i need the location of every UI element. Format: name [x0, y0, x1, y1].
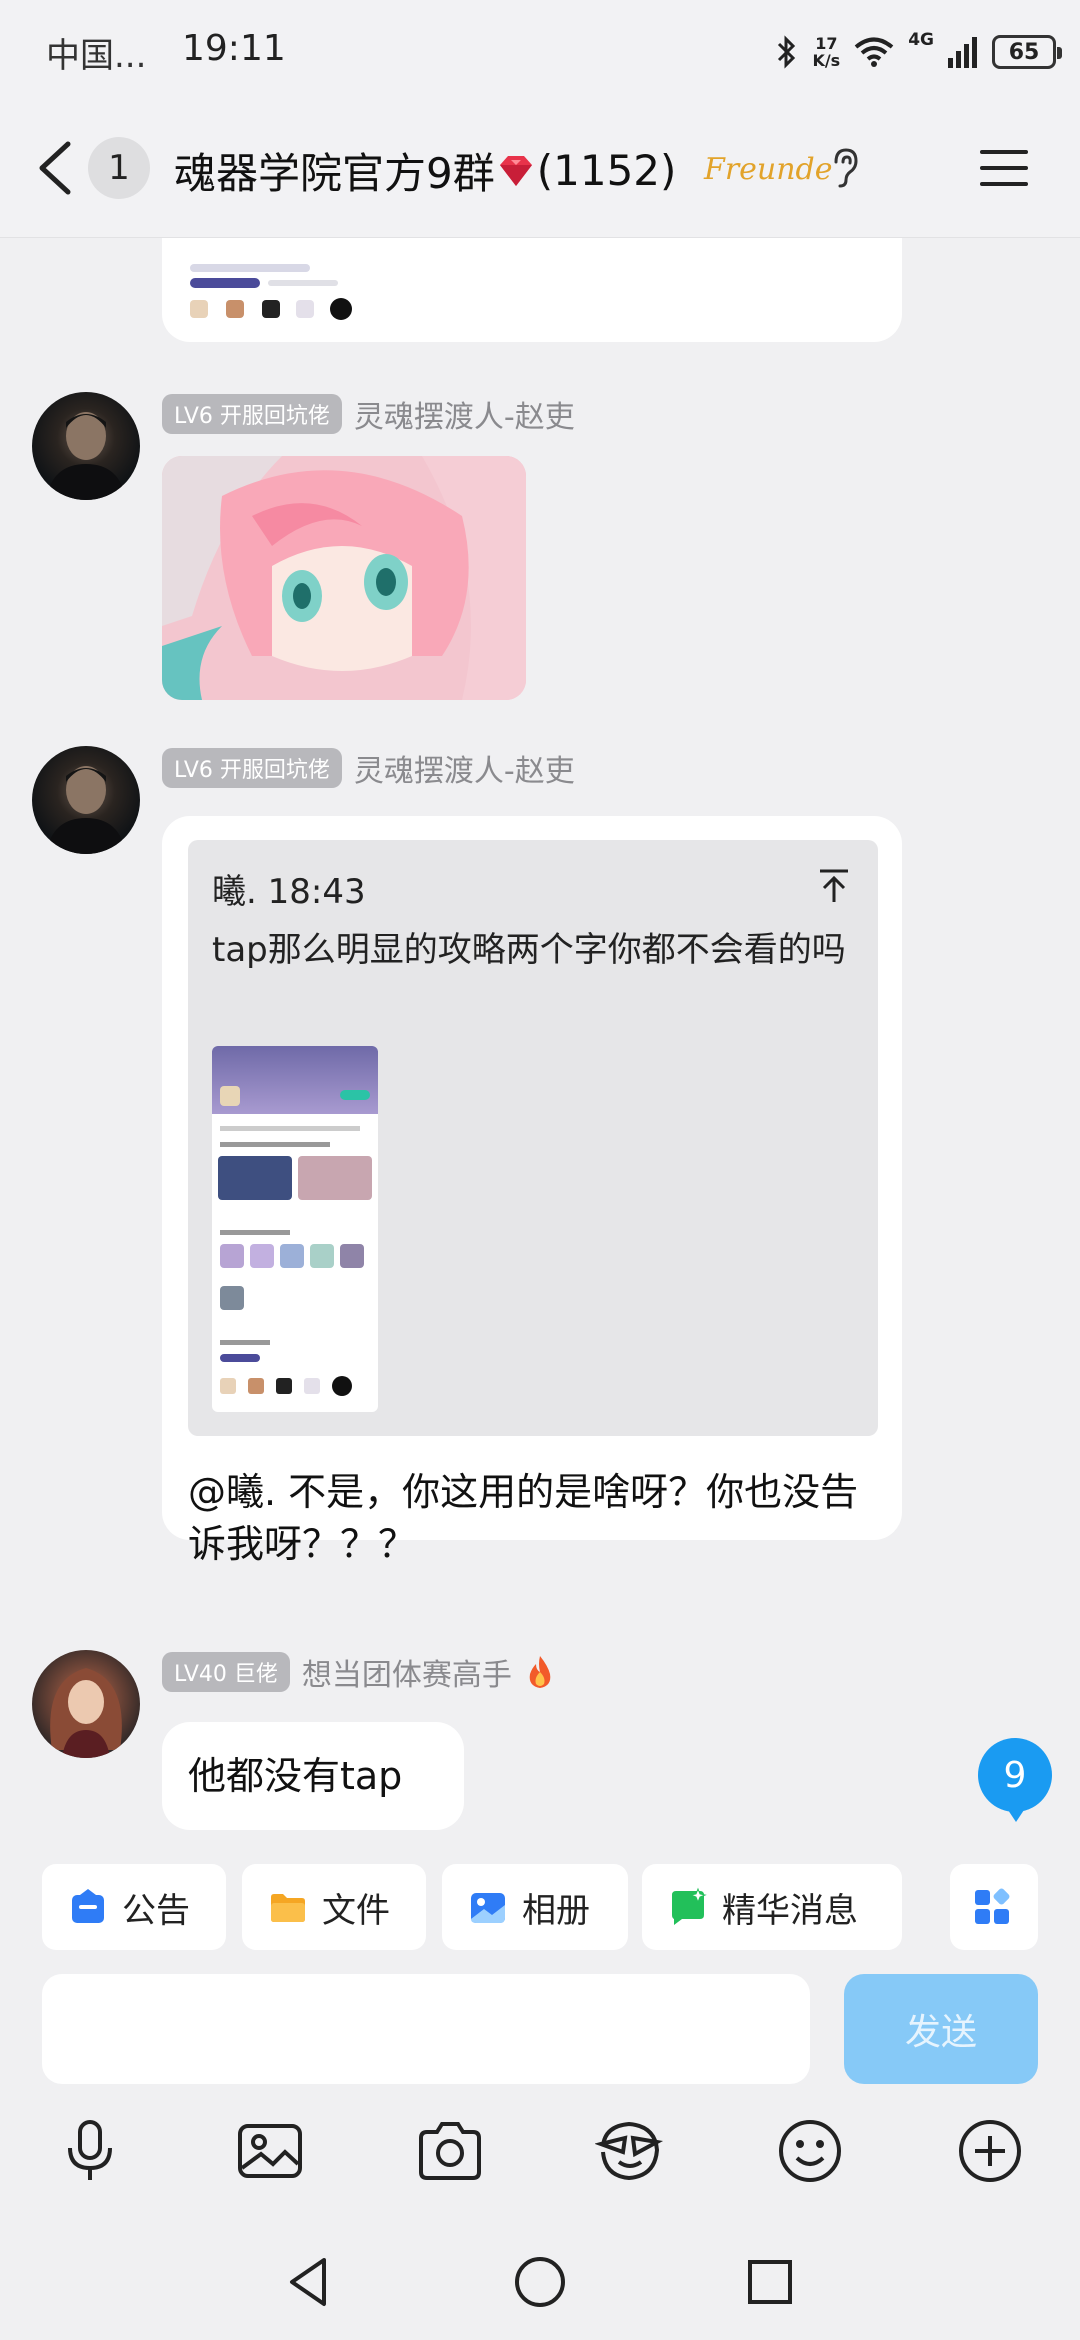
text-message-bubble[interactable]: 他都没有tap	[162, 1722, 464, 1830]
level-badge: LV6 开服回坑佬	[162, 748, 342, 788]
emoji-icon[interactable]	[775, 2116, 845, 2186]
quick-actions-bar: 公告 文件 相册 精华消息	[0, 1842, 1080, 1962]
nav-recents-icon[interactable]	[740, 2252, 800, 2312]
message-text: @曦. 不是，你这用的是啥呀？你也没告诉我呀？？？	[188, 1470, 859, 1566]
image-icon[interactable]	[235, 2116, 305, 2186]
chat-header: 1 魂器学院官方9群 (1152) Freunde	[0, 100, 1080, 238]
anime-image-message[interactable]	[162, 456, 526, 700]
bluetooth-icon	[778, 35, 796, 69]
quote-text: tap那么明显的攻略两个字你都不会看的吗	[212, 930, 846, 970]
network-speed: 17 K/s	[812, 34, 841, 70]
new-messages-badge[interactable]: 9	[978, 1738, 1052, 1822]
album-label: 相册	[522, 1890, 590, 1931]
avatar[interactable]	[32, 746, 140, 854]
highlight-message-icon	[672, 1887, 707, 1925]
battery-indicator: 65	[992, 35, 1062, 69]
wifi-icon	[854, 37, 894, 67]
highlight-messages-label: 精华消息	[722, 1890, 858, 1931]
announcement-button[interactable]: 公告	[42, 1864, 226, 1950]
level-badge: LV40 巨佬	[162, 1652, 290, 1692]
sender-name[interactable]: 灵魂摆渡人-赵吏	[354, 392, 575, 436]
group-name: 魂器学院官方9群	[174, 149, 495, 198]
menu-icon[interactable]	[978, 146, 1030, 190]
camera-icon[interactable]	[415, 2116, 485, 2186]
avatar[interactable]	[32, 392, 140, 500]
status-bar: 中国... 19:11 17 K/s 4G 65	[0, 0, 1080, 100]
input-toolbar	[0, 2094, 1080, 2204]
member-count: (1152)	[536, 146, 677, 195]
nav-back-icon[interactable]	[280, 2252, 340, 2312]
status-icons: 17 K/s 4G 65	[776, 30, 1062, 74]
screenshot-thumbnail	[190, 258, 520, 328]
nav-home-icon[interactable]	[510, 2252, 570, 2312]
plus-icon[interactable]	[955, 2116, 1025, 2186]
group-badge-logo: Freunde	[704, 152, 833, 187]
compose-row: 发送	[0, 1962, 1080, 2094]
back-arrow-icon[interactable]	[30, 136, 82, 200]
album-icon	[471, 1893, 505, 1923]
sticker-icon[interactable]	[595, 2116, 665, 2186]
apps-grid-icon	[975, 1888, 1010, 1924]
album-button[interactable]: 相册	[442, 1864, 628, 1950]
quoted-screenshot-thumbnail[interactable]	[212, 1046, 378, 1412]
microphone-icon[interactable]	[55, 2116, 125, 2186]
image-message-preview[interactable]	[162, 238, 902, 342]
quoted-message[interactable]: 曦. 18:43 tap那么明显的攻略两个字你都不会看的吗	[188, 840, 878, 1436]
announcement-icon	[72, 1889, 104, 1923]
message-meta: LV6 开服回坑佬 灵魂摆渡人-赵吏	[162, 746, 575, 790]
group-title[interactable]: 魂器学院官方9群 (1152)	[174, 140, 676, 201]
fire-icon	[529, 1656, 551, 1688]
ear-icon[interactable]	[828, 146, 862, 190]
message-list[interactable]: LV6 开服回坑佬 灵魂摆渡人-赵吏 LV6 开服回坑佬 灵魂摆渡人-赵吏 曦.…	[0, 238, 1080, 1842]
highlight-messages-button[interactable]: 精华消息	[642, 1864, 902, 1950]
message-text: 他都没有tap	[188, 1754, 403, 1798]
folder-icon	[271, 1894, 305, 1922]
avatar[interactable]	[32, 1650, 140, 1758]
network-type: 4G	[908, 30, 934, 50]
unread-count-badge[interactable]: 1	[88, 137, 150, 199]
sender-name[interactable]: 想当团体赛高手	[302, 1650, 512, 1694]
more-apps-button[interactable]	[950, 1864, 1038, 1950]
signal-icon	[948, 37, 977, 68]
diamond-icon	[499, 155, 532, 186]
clock: 19:11	[182, 28, 286, 69]
level-badge: LV6 开服回坑佬	[162, 394, 342, 434]
jump-to-original-icon[interactable]	[814, 866, 854, 906]
carrier-label: 中国...	[46, 36, 147, 76]
files-label: 文件	[322, 1890, 390, 1931]
send-button[interactable]: 发送	[844, 1974, 1038, 2084]
files-button[interactable]: 文件	[242, 1864, 426, 1950]
message-input[interactable]	[42, 1974, 810, 2084]
message-meta: LV40 巨佬 想当团体赛高手	[162, 1650, 556, 1694]
announcement-label: 公告	[122, 1890, 190, 1931]
quote-author-time: 曦. 18:43	[212, 872, 366, 912]
sender-name[interactable]: 灵魂摆渡人-赵吏	[354, 746, 575, 790]
message-meta: LV6 开服回坑佬 灵魂摆渡人-赵吏	[162, 392, 575, 436]
system-nav-bar	[0, 2224, 1080, 2340]
